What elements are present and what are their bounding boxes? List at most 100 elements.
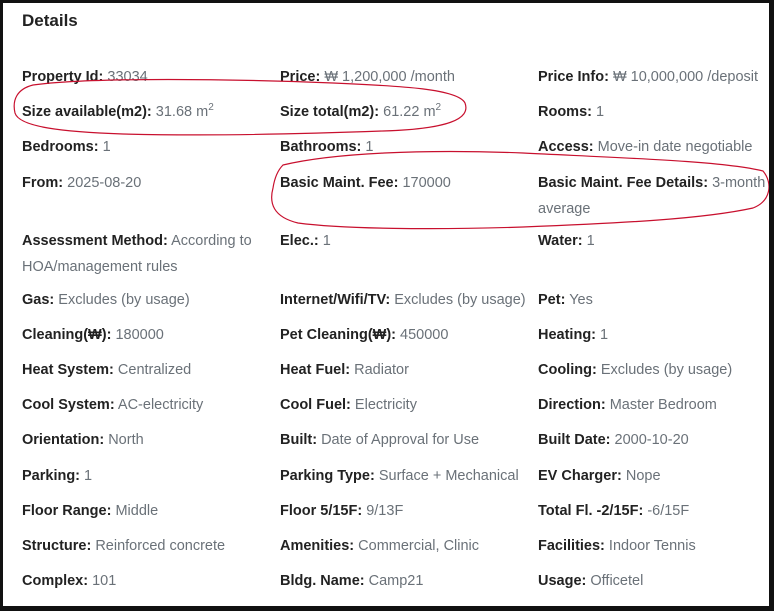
- field-value: 101: [92, 573, 117, 589]
- field-value: North: [108, 432, 144, 448]
- field-value: 2025-08-20: [67, 175, 142, 191]
- field-value: -6/15F: [647, 503, 690, 519]
- field-value: Officetel: [590, 573, 644, 589]
- field-parking-type: Parking Type: Surface + Mechanical: [280, 463, 519, 489]
- field-value: Reinforced concrete: [95, 538, 226, 554]
- field-label: Size total(m2):: [280, 104, 380, 120]
- field-label: Built Date:: [538, 432, 611, 448]
- field-amenities: Amenities: Commercial, Clinic: [280, 533, 479, 559]
- field-label: Heat Fuel:: [280, 362, 351, 378]
- field-label: Heat System:: [22, 362, 114, 378]
- field-label: Usage:: [538, 573, 587, 589]
- field-label: Cool System:: [22, 397, 115, 413]
- field-label: Floor 5/15F:: [280, 503, 363, 519]
- field-bedrooms: Bedrooms: 1: [22, 134, 111, 160]
- field-label: Size available(m2):: [22, 104, 152, 120]
- field-label: Structure:: [22, 538, 92, 554]
- field-value: Excludes (by usage): [394, 292, 526, 308]
- field-value: 1: [102, 139, 111, 155]
- field-label: Assessment Method:: [22, 233, 168, 249]
- field-label: Property Id:: [22, 69, 104, 85]
- field-heat-system: Heat System: Centralized: [22, 357, 191, 383]
- field-value: Radiator: [354, 362, 409, 378]
- field-value: Middle: [115, 503, 159, 519]
- field-value: Centralized: [117, 362, 192, 378]
- field-pet-cleaning: Pet Cleaning(₩): 450000: [280, 322, 448, 348]
- unit-superscript: 2: [208, 102, 214, 114]
- field-value: Excludes (by usage): [600, 362, 733, 378]
- field-label: Basic Maint. Fee Details:: [538, 175, 709, 191]
- field-label: Cool Fuel:: [280, 397, 351, 413]
- field-value: Master Bedroom: [609, 397, 717, 413]
- field-label: Bedrooms:: [22, 139, 99, 155]
- field-label: Internet/Wifi/TV:: [280, 292, 391, 308]
- field-access: Access: Move-in date negotiable: [538, 134, 752, 160]
- field-label: Built:: [280, 432, 318, 448]
- field-value: Nope: [625, 468, 661, 484]
- field-value: ₩ 10,000,000 /deposit: [612, 69, 759, 85]
- field-value: Electricity: [354, 397, 417, 413]
- field-assessment-method: Assessment Method: According to HOA/mana…: [22, 228, 272, 280]
- field-label: Complex:: [22, 573, 89, 589]
- field-elec: Elec.: 1: [280, 228, 331, 254]
- field-value: Surface + Mechanical: [378, 468, 519, 484]
- field-value: 1: [84, 468, 93, 484]
- field-value: Date of Approval for Use: [321, 432, 480, 448]
- field-property-id: Property Id: 33034: [22, 64, 148, 90]
- field-internet: Internet/Wifi/TV: Excludes (by usage): [280, 287, 526, 313]
- unit-superscript: 2: [435, 102, 442, 114]
- field-value: Camp21: [368, 573, 424, 589]
- field-heating: Heating: 1: [538, 322, 608, 348]
- field-label: Basic Maint. Fee:: [280, 175, 399, 191]
- field-value: 31.68 m2: [155, 102, 214, 120]
- field-label: Rooms:: [538, 104, 592, 120]
- field-label: EV Charger:: [538, 468, 622, 484]
- field-built: Built: Date of Approval for Use: [280, 427, 479, 453]
- field-from: From: 2025-08-20: [22, 170, 141, 196]
- field-price-info: Price Info: ₩ 10,000,000 /deposit: [538, 64, 758, 90]
- field-price: Price: ₩ 1,200,000 /month: [280, 64, 455, 90]
- field-label: Orientation:: [22, 432, 105, 448]
- field-label: From:: [22, 175, 64, 191]
- field-label: Access:: [538, 139, 594, 155]
- field-value: 180000: [115, 327, 164, 343]
- field-pet: Pet: Yes: [538, 287, 593, 313]
- field-value: ₩ 1,200,000 /month: [324, 69, 455, 85]
- field-value: Yes: [569, 292, 593, 308]
- field-label: Cleaning(₩):: [22, 327, 112, 343]
- field-gas: Gas: Excludes (by usage): [22, 287, 190, 313]
- field-label: Price Info:: [538, 69, 609, 85]
- field-cool-system: Cool System: AC-electricity: [22, 392, 203, 418]
- field-value: 170000: [402, 175, 451, 191]
- field-cooling: Cooling: Excludes (by usage): [538, 357, 732, 383]
- field-bathrooms: Bathrooms: 1: [280, 134, 373, 160]
- field-size-available: Size available(m2): 31.68 m2: [22, 99, 214, 125]
- details-panel: Details Property Id: 33034 Price: ₩ 1,20…: [0, 0, 774, 611]
- field-value: 1: [322, 233, 331, 249]
- field-label: Pet:: [538, 292, 566, 308]
- field-value: 61.22 m2: [383, 102, 442, 120]
- field-value: AC-electricity: [117, 397, 204, 413]
- field-label: Parking Type:: [280, 468, 375, 484]
- field-direction: Direction: Master Bedroom: [538, 392, 717, 418]
- field-size-total: Size total(m2): 61.22 m2: [280, 99, 441, 125]
- field-basic-maint-fee: Basic Maint. Fee: 170000: [280, 170, 451, 196]
- field-label: Pet Cleaning(₩):: [280, 327, 396, 343]
- field-value: Commercial, Clinic: [358, 538, 480, 554]
- field-orientation: Orientation: North: [22, 427, 144, 453]
- field-value: 450000: [400, 327, 449, 343]
- field-label: Floor Range:: [22, 503, 112, 519]
- field-heat-fuel: Heat Fuel: Radiator: [280, 357, 409, 383]
- field-value: Indoor Tennis: [608, 538, 696, 554]
- field-built-date: Built Date: 2000-10-20: [538, 427, 689, 453]
- field-rooms: Rooms: 1: [538, 99, 604, 125]
- field-ev-charger: EV Charger: Nope: [538, 463, 661, 489]
- field-value: Move-in date negotiable: [597, 139, 753, 155]
- field-floor: Floor 5/15F: 9/13F: [280, 498, 403, 524]
- field-value: 2000-10-20: [614, 432, 689, 448]
- field-label: Bathrooms:: [280, 139, 362, 155]
- field-label: Total Fl. -2/15F:: [538, 503, 644, 519]
- section-title: Details: [22, 11, 78, 30]
- field-label: Bldg. Name:: [280, 573, 365, 589]
- field-label: Gas:: [22, 292, 55, 308]
